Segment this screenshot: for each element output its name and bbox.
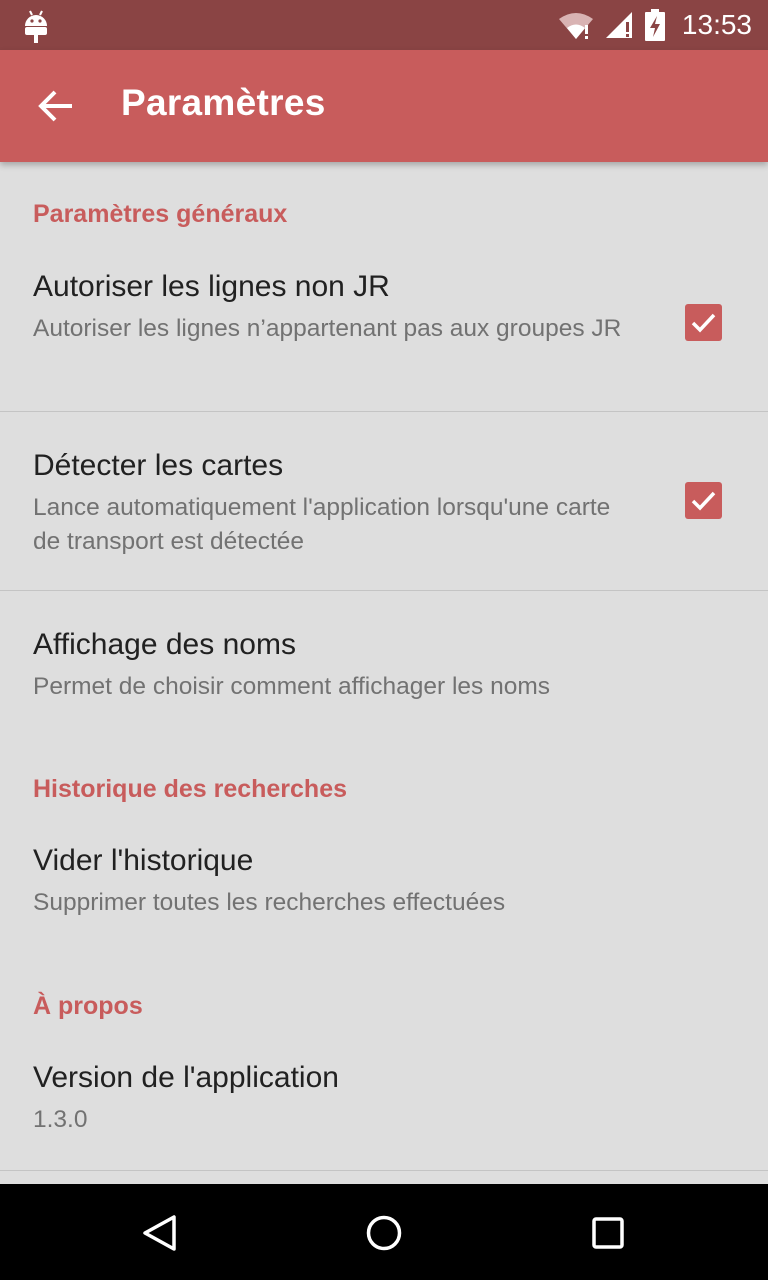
- checkbox-allow-non-jr[interactable]: [685, 304, 722, 341]
- pref-summary: Autoriser les lignes n’appartenant pas a…: [33, 315, 622, 342]
- android-debug-icon: [25, 10, 47, 43]
- section-header-about: À propos: [33, 992, 143, 1020]
- version-number: 1.3.0: [33, 1106, 88, 1133]
- wifi-icon: [558, 13, 593, 39]
- navigation-bar: [0, 1184, 768, 1280]
- battery-charging-icon: [644, 9, 665, 41]
- pref-detect-cards[interactable]: Détecter les cartes Lance automatiquemen…: [0, 412, 768, 590]
- arrow-back-icon[interactable]: [36, 86, 76, 126]
- pref-name-display[interactable]: Affichage des noms Permet de choisir com…: [0, 591, 768, 731]
- status-time: 13:53: [681, 9, 752, 40]
- section-header-general: Paramètres généraux: [33, 200, 288, 228]
- pref-summary: Supprimer toutes les recherches effectué…: [33, 889, 506, 916]
- recents-square-icon[interactable]: [583, 1208, 633, 1258]
- pref-title: Vider l'historique: [33, 844, 254, 877]
- divider: [0, 1170, 768, 1171]
- pref-title: Détecter les cartes: [33, 449, 284, 482]
- checkmark-icon: [691, 491, 716, 511]
- checkmark-icon: [691, 313, 716, 333]
- signal-icon: [605, 12, 632, 38]
- pref-summary: Permet de choisir comment affichager les…: [33, 673, 550, 700]
- app-bar: Paramètres: [0, 50, 768, 162]
- home-circle-icon[interactable]: [359, 1208, 409, 1258]
- page-title: Paramètres: [121, 82, 326, 123]
- pref-title: Affichage des noms: [33, 628, 296, 661]
- pref-summary: Lance automatiquement l'application lors…: [33, 494, 611, 555]
- pref-allow-non-jr[interactable]: Autoriser les lignes non JR Autoriser le…: [0, 250, 768, 411]
- section-header-history: Historique des recherches: [33, 775, 348, 803]
- checkbox-detect-cards[interactable]: [685, 482, 722, 519]
- status-bar: 13:53: [0, 0, 768, 50]
- pref-version: Version de l'application 1.3.0: [0, 1030, 768, 1170]
- settings-list: Paramètres généraux Autoriser les lignes…: [0, 162, 768, 1184]
- back-triangle-icon[interactable]: [134, 1208, 184, 1258]
- pref-clear-history[interactable]: Vider l'historique Supprimer toutes les …: [0, 812, 768, 937]
- pref-title: Autoriser les lignes non JR: [33, 270, 390, 303]
- pref-title: Version de l'application: [33, 1061, 339, 1094]
